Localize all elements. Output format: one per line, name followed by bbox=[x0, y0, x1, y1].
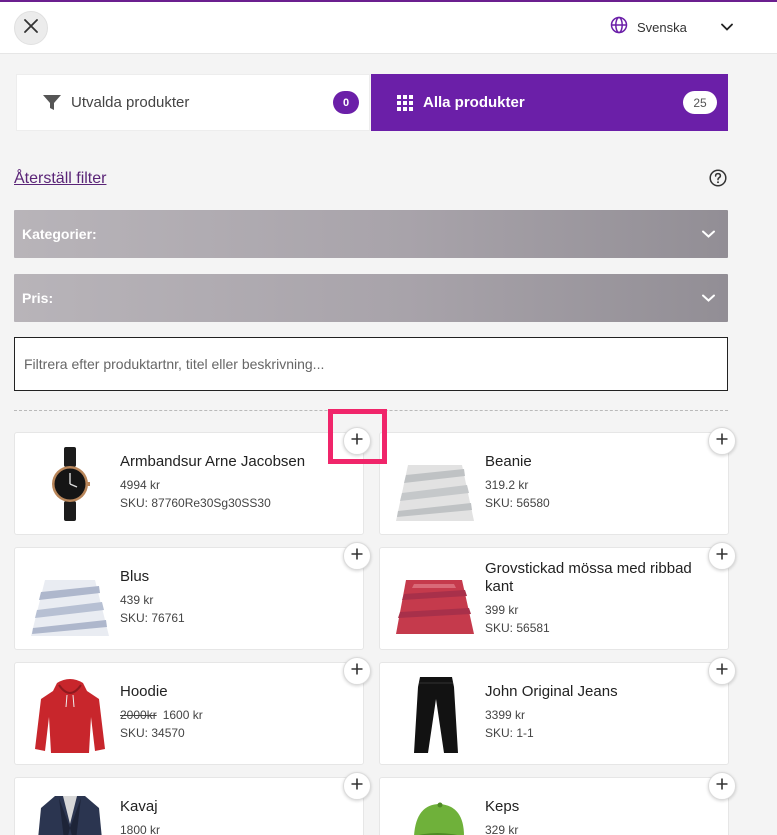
red-rug-image bbox=[396, 580, 474, 634]
product-card[interactable]: Blus 439 kr SKU: 76761 bbox=[14, 547, 364, 650]
globe-icon bbox=[610, 16, 628, 39]
green-cap-image bbox=[414, 802, 464, 835]
close-icon bbox=[24, 18, 38, 38]
product-title: Keps bbox=[485, 798, 520, 815]
plus-icon bbox=[351, 432, 363, 450]
product-image bbox=[394, 673, 476, 755]
product-sku: SKU: 56580 bbox=[485, 496, 550, 510]
product-image bbox=[394, 443, 476, 525]
add-product-button[interactable] bbox=[708, 542, 736, 570]
price-label: Pris: bbox=[22, 290, 54, 306]
product-card[interactable]: Grovstickad mössa med ribbad kant 399 kr… bbox=[379, 547, 729, 650]
chevron-down-icon bbox=[702, 230, 715, 238]
tab-all-label: Alla produkter bbox=[423, 94, 525, 111]
product-sku: SKU: 34570 bbox=[120, 726, 185, 740]
product-card[interactable]: Keps 329 kr bbox=[379, 777, 729, 835]
plus-icon bbox=[716, 777, 728, 795]
plus-icon bbox=[351, 662, 363, 680]
product-price: 3399 kr bbox=[485, 708, 526, 722]
product-title: John Original Jeans bbox=[485, 683, 618, 700]
header-bar: Svenska bbox=[0, 2, 777, 54]
product-card[interactable]: Hoodie 2000kr 1600 kr SKU: 34570 bbox=[14, 662, 364, 765]
product-image bbox=[29, 443, 111, 525]
add-product-button[interactable] bbox=[708, 427, 736, 455]
plus-icon bbox=[716, 662, 728, 680]
product-image bbox=[29, 558, 111, 640]
striped-rug-image bbox=[396, 465, 474, 521]
black-jeans-image bbox=[414, 677, 458, 753]
product-title: Kavaj bbox=[120, 798, 158, 815]
blazer-image bbox=[38, 796, 102, 835]
add-product-button[interactable] bbox=[343, 657, 371, 685]
product-sku: SKU: 1-1 bbox=[485, 726, 534, 740]
product-price: 4994 kr bbox=[120, 478, 161, 492]
product-image bbox=[394, 558, 476, 640]
categories-accordion[interactable]: Kategorier: bbox=[14, 210, 728, 258]
product-image bbox=[394, 788, 476, 835]
product-price: 1600 kr bbox=[162, 708, 203, 722]
categories-label: Kategorier: bbox=[22, 226, 97, 242]
blue-rug-image bbox=[31, 580, 109, 636]
product-price: 329 kr bbox=[485, 823, 519, 835]
add-product-button[interactable] bbox=[343, 542, 371, 570]
product-price: 439 kr bbox=[120, 593, 154, 607]
add-product-button[interactable] bbox=[343, 427, 371, 455]
product-title: Blus bbox=[120, 568, 150, 585]
help-icon[interactable] bbox=[709, 169, 727, 187]
product-title: Armbandsur Arne Jacobsen bbox=[120, 453, 306, 470]
add-product-button[interactable] bbox=[708, 657, 736, 685]
product-price-line: 2000kr 1600 kr bbox=[120, 706, 345, 724]
red-hoodie-image bbox=[35, 679, 105, 753]
reset-filter-link[interactable]: Återställ filter bbox=[14, 170, 106, 188]
product-card[interactable]: Beanie 319.2 kr SKU: 56580 bbox=[379, 432, 729, 535]
tab-all-products[interactable]: Alla produkter 25 bbox=[371, 74, 728, 131]
plus-icon bbox=[351, 547, 363, 565]
plus-icon bbox=[351, 777, 363, 795]
all-count-badge: 25 bbox=[683, 91, 717, 114]
product-card[interactable]: John Original Jeans 3399 kr SKU: 1-1 bbox=[379, 662, 729, 765]
tab-selected-products[interactable]: Utvalda produkter 0 bbox=[16, 74, 370, 131]
filter-icon bbox=[43, 94, 61, 111]
chevron-down-icon bbox=[721, 23, 733, 31]
product-image bbox=[29, 788, 111, 835]
product-search-input[interactable] bbox=[14, 337, 728, 391]
grid-icon bbox=[397, 94, 413, 111]
plus-icon bbox=[716, 432, 728, 450]
product-price: 399 kr bbox=[485, 603, 519, 617]
product-old-price: 2000kr bbox=[120, 708, 157, 722]
add-product-button[interactable] bbox=[708, 772, 736, 800]
chevron-down-icon bbox=[702, 294, 715, 302]
language-selector[interactable]: Svenska bbox=[610, 15, 733, 39]
close-button[interactable] bbox=[14, 11, 48, 45]
price-accordion[interactable]: Pris: bbox=[14, 274, 728, 322]
tab-selected-label: Utvalda produkter bbox=[71, 94, 190, 111]
product-card[interactable]: Kavaj 1800 kr bbox=[14, 777, 364, 835]
product-price: 319.2 kr bbox=[485, 478, 529, 492]
watch-image bbox=[52, 447, 90, 521]
product-sku: SKU: 87760Re30Sg30SS30 bbox=[120, 496, 271, 510]
product-title: Beanie bbox=[485, 453, 532, 470]
product-card[interactable]: Armbandsur Arne Jacobsen 4994 kr SKU: 87… bbox=[14, 432, 364, 535]
product-image bbox=[29, 673, 111, 755]
language-label: Svenska bbox=[637, 19, 687, 35]
divider bbox=[14, 410, 728, 411]
product-price: 1800 kr bbox=[120, 823, 161, 835]
product-title: Grovstickad mössa med ribbad kant bbox=[485, 560, 692, 595]
plus-icon bbox=[716, 547, 728, 565]
product-title: Hoodie bbox=[120, 683, 168, 700]
add-product-button[interactable] bbox=[343, 772, 371, 800]
selected-count-badge: 0 bbox=[333, 91, 359, 114]
product-sku: SKU: 56581 bbox=[485, 621, 550, 635]
product-sku: SKU: 76761 bbox=[120, 611, 185, 625]
